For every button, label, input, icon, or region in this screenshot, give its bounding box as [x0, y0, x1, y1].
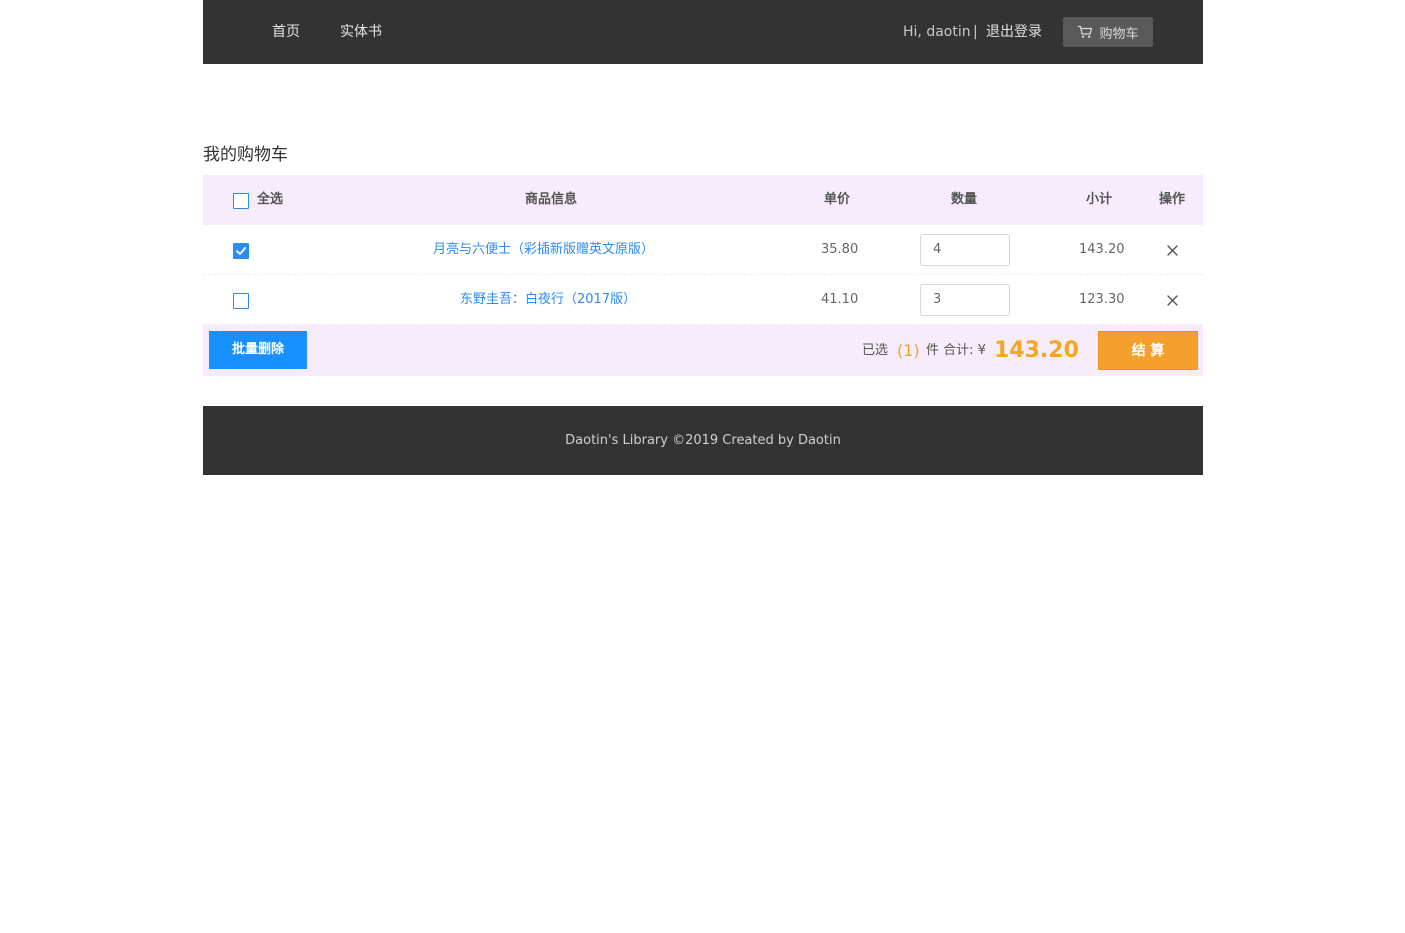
- cart-icon: [1077, 25, 1093, 39]
- table-header: 全选 商品信息 单价 数量 小计 操作: [203, 175, 1203, 225]
- check-icon: [236, 247, 247, 255]
- cart-summary-bar: 批量删除 已选 (1) 件 合计: ¥ 143.20 结 算: [203, 325, 1203, 376]
- quantity-input[interactable]: 4: [920, 234, 1010, 266]
- selected-prefix: 已选: [862, 343, 889, 358]
- selected-count: (1): [897, 341, 920, 360]
- footer-copyright: Daotin's Library ©2019 Created by Daotin: [565, 433, 841, 448]
- close-icon: [1167, 245, 1178, 256]
- subtotal: 143.20: [1079, 242, 1125, 257]
- unit-price: 35.80: [821, 242, 859, 257]
- total-amount: 143.20: [994, 338, 1079, 363]
- selected-suffix: 件 合计: ¥: [926, 343, 986, 358]
- delete-item-button[interactable]: [1167, 225, 1178, 275]
- product-title-link[interactable]: 月亮与六便士（彩插新版赠英文原版）: [433, 225, 654, 275]
- checkout-button[interactable]: 结 算: [1098, 331, 1198, 370]
- page-footer: Daotin's Library ©2019 Created by Daotin: [203, 406, 1203, 475]
- subtotal: 123.30: [1079, 292, 1125, 307]
- quantity-input[interactable]: 3: [920, 284, 1010, 316]
- col-quantity-header: 数量: [951, 192, 978, 207]
- user-greeting: Hi, daotin: [903, 24, 971, 40]
- delete-item-button[interactable]: [1167, 275, 1178, 325]
- cart-button[interactable]: 购物车: [1063, 17, 1153, 47]
- row-checkbox[interactable]: [233, 293, 249, 309]
- col-subtotal-header: 小计: [1086, 192, 1113, 207]
- close-icon: [1167, 295, 1178, 306]
- unit-price: 41.10: [821, 292, 859, 307]
- select-all-checkbox[interactable]: [233, 193, 249, 209]
- row-checkbox-checked[interactable]: [233, 243, 249, 259]
- select-all-label: 全选: [257, 192, 284, 207]
- col-unit-price-header: 单价: [824, 192, 851, 207]
- product-title-link[interactable]: 东野圭吾：白夜行（2017版）: [460, 275, 636, 325]
- page-title: 我的购物车: [203, 145, 288, 165]
- col-product-header: 商品信息: [525, 192, 578, 207]
- nav-home-link[interactable]: 首页: [272, 0, 300, 64]
- cart-button-label: 购物车: [1099, 26, 1139, 42]
- table-row: 月亮与六便士（彩插新版赠英文原版） 35.80 4 143.20: [203, 225, 1203, 275]
- nav-physical-books-link[interactable]: 实体书: [340, 0, 382, 64]
- cart-table: 全选 商品信息 单价 数量 小计 操作 月亮与六便士（彩插新版赠英文原版） 35…: [203, 175, 1203, 376]
- col-action-header: 操作: [1159, 192, 1186, 207]
- table-row: 东野圭吾：白夜行（2017版） 41.10 3 123.30: [203, 275, 1203, 325]
- header-divider: |: [973, 24, 978, 40]
- logout-link[interactable]: 退出登录: [986, 0, 1042, 64]
- top-navbar: 首页 实体书 Hi, daotin | 退出登录 购物车: [203, 0, 1203, 64]
- batch-delete-button[interactable]: 批量删除: [209, 331, 307, 369]
